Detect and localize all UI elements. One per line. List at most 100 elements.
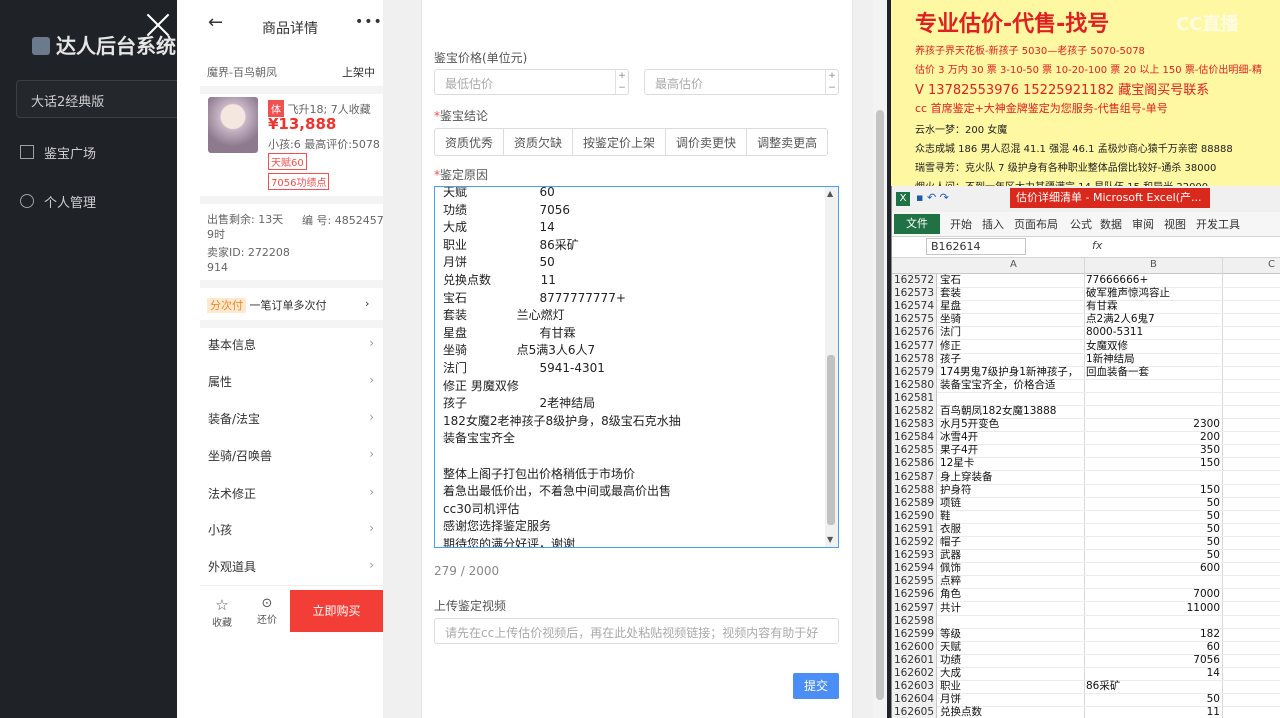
cell-a[interactable]: 套装 xyxy=(940,287,1084,300)
fx-icon[interactable]: fx xyxy=(1092,239,1102,252)
cell-a[interactable]: 12星卡 xyxy=(940,457,1084,470)
row-number[interactable]: 162580 xyxy=(892,378,937,392)
table-row[interactable]: 162583 水月5开变色 2300 xyxy=(892,418,1280,433)
max-price-input[interactable]: 最高估价 + − xyxy=(644,69,839,95)
sheet-grid[interactable]: 162572 宝石 77666666+ 162573 套装 破军雅声惊鸿容止 162574 星… xyxy=(892,274,1280,718)
table-row[interactable]: 162574 星盘 有甘霖 xyxy=(892,300,1280,315)
table-row[interactable]: 162580 装备宝宝齐全，价格合适 xyxy=(892,378,1280,393)
row-number[interactable]: 162575 xyxy=(892,313,937,327)
cell-b[interactable]: 有甘霖 xyxy=(1086,300,1220,313)
row-number[interactable]: 162577 xyxy=(892,339,937,353)
row-number[interactable]: 162588 xyxy=(892,483,937,497)
cell-b[interactable]: 回血装备一套 xyxy=(1086,366,1220,379)
table-row[interactable]: 162589 项链 50 xyxy=(892,496,1280,511)
tab-file[interactable]: 文件 xyxy=(894,214,940,234)
buy-now-button[interactable]: 立即购买 xyxy=(290,590,383,632)
table-row[interactable]: 162590 鞋 50 xyxy=(892,509,1280,524)
table-row[interactable]: 162592 帽子 50 xyxy=(892,536,1280,550)
table-row[interactable]: 162577 修正 女魔双修 xyxy=(892,339,1280,354)
row-number[interactable]: 162604 xyxy=(892,693,937,707)
cell-b[interactable]: 50 xyxy=(1086,536,1220,549)
cell-a[interactable]: 武器 xyxy=(940,549,1084,562)
row-number[interactable]: 162599 xyxy=(892,627,937,641)
cell-a[interactable]: 衣服 xyxy=(940,523,1084,536)
row-number[interactable]: 162600 xyxy=(892,640,937,654)
cell-b[interactable]: 8000-5311 xyxy=(1086,326,1220,339)
nav-equipment[interactable]: 装备/法宝 › xyxy=(208,410,376,427)
more-icon[interactable]: ••• xyxy=(355,14,383,30)
cell-a[interactable]: 点粹 xyxy=(940,575,1084,588)
stepper-icon[interactable]: + − xyxy=(615,70,628,94)
row-number[interactable]: 162589 xyxy=(892,496,937,510)
nav-basic-info[interactable]: 基本信息 › xyxy=(208,336,376,353)
cell-b[interactable]: 600 xyxy=(1086,562,1220,575)
table-row[interactable]: 162584 冰雪4开 200 xyxy=(892,431,1280,446)
nav-mounts[interactable]: 坐骑/召唤兽 › xyxy=(208,447,376,464)
scroll-up-icon[interactable]: ▲ xyxy=(827,189,833,198)
cell-a[interactable]: 月饼 xyxy=(940,693,1084,706)
cell-a[interactable]: 大成 xyxy=(940,667,1084,680)
tab-insert[interactable]: 插入 xyxy=(982,216,1004,232)
table-row[interactable]: 162586 12星卡 150 xyxy=(892,457,1280,472)
row-number[interactable]: 162585 xyxy=(892,444,937,458)
table-row[interactable]: 162579 174男鬼7级护身1新神孩子， 回血装备一套 xyxy=(892,365,1280,380)
cell-b[interactable]: 7056 xyxy=(1086,654,1220,667)
row-number[interactable]: 162597 xyxy=(892,601,937,615)
scrollbar-thumb[interactable] xyxy=(876,110,884,700)
cell-a[interactable]: 百鸟朝凤182女魔13888 xyxy=(940,405,1084,418)
row-number[interactable]: 162573 xyxy=(892,287,937,301)
cell-b[interactable]: 11000 xyxy=(1086,602,1220,615)
cell-a[interactable]: 帽子 xyxy=(940,536,1084,549)
cell-b[interactable]: 2300 xyxy=(1086,418,1220,431)
table-row[interactable]: 162604 月饼 50 xyxy=(892,693,1280,708)
sidebar-item-appraisal-plaza[interactable]: 鉴宝广场 xyxy=(20,143,96,162)
table-row[interactable]: 162575 坐骑 点2满2人6鬼7 xyxy=(892,313,1280,328)
nav-appearance[interactable]: 外观道具 › xyxy=(208,558,376,575)
tab-developer[interactable]: 开发工具 xyxy=(1196,216,1240,232)
submit-button[interactable]: 提交 xyxy=(793,673,839,699)
tab-data[interactable]: 数据 xyxy=(1100,216,1122,232)
cell-b[interactable]: 1新神结局 xyxy=(1086,353,1220,366)
table-row[interactable]: 162573 套装 破军雅声惊鸿容止 xyxy=(892,287,1280,302)
nav-children[interactable]: 小孩 › xyxy=(208,521,376,538)
option-adjust-higher[interactable]: 调整卖更高 xyxy=(747,129,827,155)
table-row[interactable]: 162599 等级 182 xyxy=(892,627,1280,642)
row-number[interactable]: 162578 xyxy=(892,352,937,366)
table-row[interactable]: 162582 百鸟朝凤182女魔13888 xyxy=(892,405,1280,419)
cell-a[interactable]: 水月5开变色 xyxy=(940,418,1084,431)
cell-a[interactable]: 功绩 xyxy=(940,654,1084,667)
cell-b[interactable]: 7000 xyxy=(1086,588,1220,601)
stepper-icon[interactable]: + − xyxy=(825,70,838,94)
row-number[interactable]: 162586 xyxy=(892,457,937,471)
nav-spell-correction[interactable]: 法术修正 › xyxy=(208,485,376,502)
tab-review[interactable]: 审阅 xyxy=(1132,216,1154,232)
row-number[interactable]: 162601 xyxy=(892,653,937,667)
cell-b[interactable]: 50 xyxy=(1086,497,1220,510)
close-icon[interactable] xyxy=(143,10,173,40)
column-header-c[interactable]: C xyxy=(1268,259,1275,270)
cell-b[interactable]: 点2满2人6鬼7 xyxy=(1086,313,1220,326)
tab-home[interactable]: 开始 xyxy=(950,216,972,232)
table-row[interactable]: 162597 共计 11000 xyxy=(892,601,1280,616)
row-number[interactable]: 162584 xyxy=(892,431,937,445)
option-list-at-price[interactable]: 按鉴定价上架 xyxy=(573,129,667,155)
sidebar-item-personal[interactable]: 个人管理 xyxy=(20,192,96,211)
option-excellent[interactable]: 资质优秀 xyxy=(435,129,505,155)
cell-b[interactable]: 11 xyxy=(1086,706,1220,718)
modal-scrollbar[interactable] xyxy=(873,0,887,718)
cell-b[interactable]: 50 xyxy=(1086,549,1220,562)
table-row[interactable]: 162596 角色 7000 xyxy=(892,588,1280,603)
row-number[interactable]: 162593 xyxy=(892,549,937,563)
tab-view[interactable]: 视图 xyxy=(1164,216,1186,232)
cell-a[interactable]: 天赋 xyxy=(940,641,1084,654)
table-row[interactable]: 162588 护身符 150 xyxy=(892,483,1280,498)
textarea-scrollbar[interactable]: ▲ ▼ xyxy=(825,187,838,547)
cell-a[interactable]: 装备宝宝齐全，价格合适 xyxy=(940,379,1084,392)
cell-b[interactable]: 150 xyxy=(1086,484,1220,497)
bargain-button[interactable]: ⊙ 还价 xyxy=(250,596,284,626)
row-number[interactable]: 162581 xyxy=(892,391,937,405)
table-row[interactable]: 162587 身上穿装备 xyxy=(892,470,1280,485)
cell-a[interactable]: 共计 xyxy=(940,602,1084,615)
row-number[interactable]: 162595 xyxy=(892,575,937,589)
nav-attributes[interactable]: 属性 › xyxy=(208,373,376,390)
